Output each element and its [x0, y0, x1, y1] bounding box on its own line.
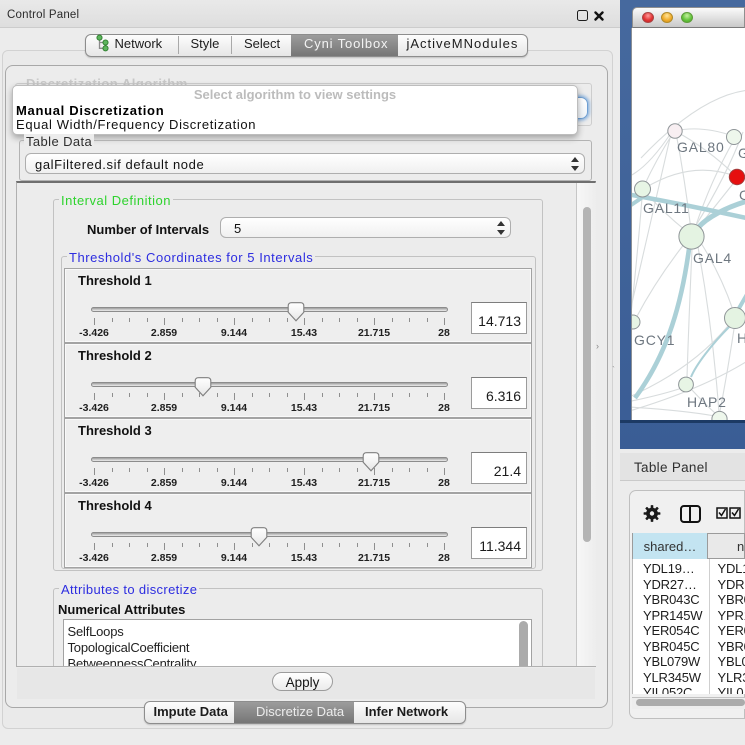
- svg-text:CL: CL: [739, 187, 745, 203]
- svg-text:H: H: [737, 330, 745, 346]
- svg-text:GAL4: GAL4: [693, 250, 732, 266]
- svg-text:HAP2: HAP2: [687, 394, 727, 410]
- svg-text:GCY1: GCY1: [634, 332, 675, 348]
- svg-text:GAL80: GAL80: [677, 139, 725, 155]
- svg-text:GAL11: GAL11: [643, 200, 690, 216]
- svg-text:GA: GA: [738, 145, 745, 161]
